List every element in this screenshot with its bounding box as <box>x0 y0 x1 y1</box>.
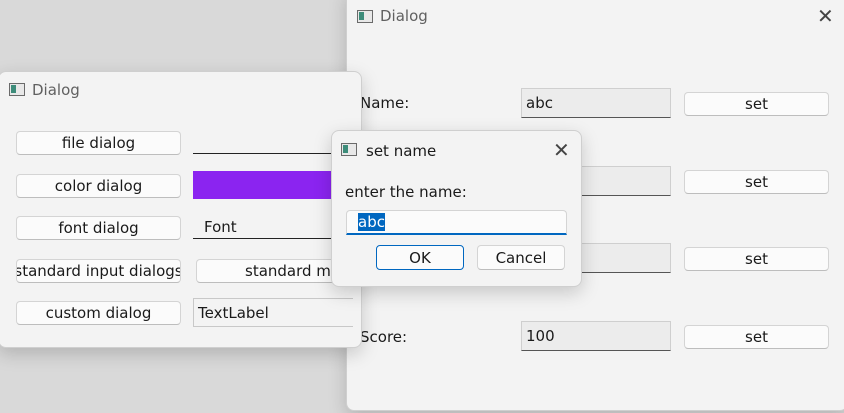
prompt-label: enter the name: <box>345 183 467 201</box>
app-icon <box>9 83 25 96</box>
app-icon <box>357 10 373 23</box>
color-dialog-button[interactable]: color dialog <box>16 174 181 198</box>
cancel-button[interactable]: Cancel <box>477 245 565 270</box>
set-score-button[interactable]: set <box>684 325 829 349</box>
text-label-text: TextLabel <box>198 303 269 322</box>
font-dialog-button[interactable]: font dialog <box>16 216 181 240</box>
score-label: Score: <box>360 328 408 346</box>
set-third-button[interactable]: set <box>684 247 829 271</box>
font-label-text: Font <box>204 217 237 236</box>
text-label: TextLabel <box>193 298 353 327</box>
close-icon[interactable]: ✕ <box>553 140 570 160</box>
window-title: Dialog <box>32 81 80 99</box>
score-field-value: 100 <box>526 327 555 345</box>
window-title: Dialog <box>380 7 428 25</box>
ok-button[interactable]: OK <box>376 245 464 270</box>
color-swatch <box>193 171 343 199</box>
app-icon <box>341 143 357 156</box>
set-name-button[interactable]: set <box>684 92 829 116</box>
close-icon[interactable]: ✕ <box>817 6 834 26</box>
left-dialog-window: Dialog file dialog color dialog font dia… <box>0 71 362 348</box>
set-second-button[interactable]: set <box>684 170 829 194</box>
file-path-field <box>193 130 343 154</box>
score-field[interactable]: 100 <box>521 321 671 351</box>
file-dialog-button[interactable]: file dialog <box>16 131 181 155</box>
font-label: Font <box>193 215 343 239</box>
set-name-dialog: set name ✕ enter the name: abc OK Cancel <box>331 130 582 287</box>
name-field[interactable]: abc <box>521 88 671 118</box>
selected-text: abc <box>358 213 385 231</box>
standard-input-dialogs-button[interactable]: standard input dialogs <box>16 259 181 283</box>
dialog-title: set name <box>366 142 437 160</box>
name-label: Name: <box>360 94 410 112</box>
name-field-value: abc <box>526 94 553 112</box>
name-input[interactable]: abc <box>346 210 567 235</box>
custom-dialog-button[interactable]: custom dialog <box>16 301 181 325</box>
